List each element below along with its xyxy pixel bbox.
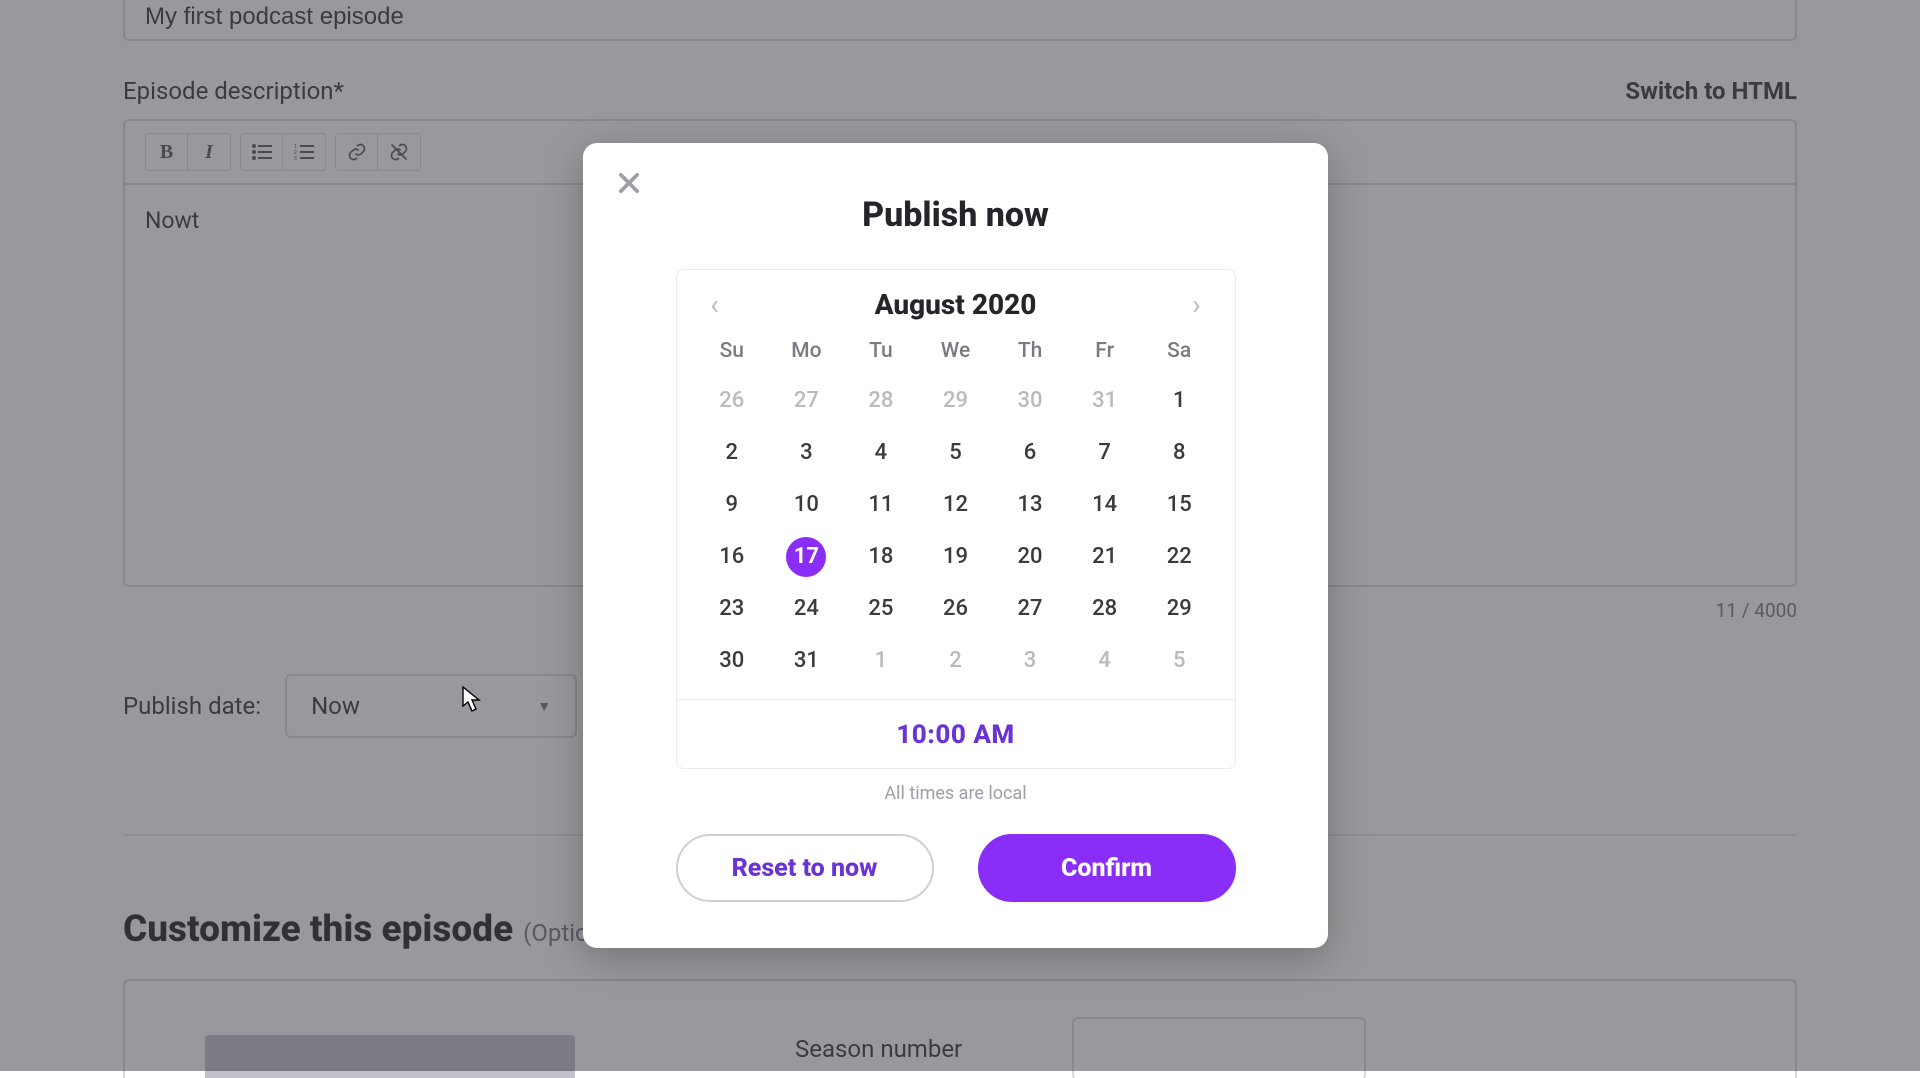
calendar-day[interactable]: 30 [695,641,770,681]
calendar-day[interactable]: 23 [695,589,770,629]
calendar-dow: Mo [769,339,844,369]
calendar-day[interactable]: 28 [1067,589,1142,629]
calendar-day-off: 2 [918,641,993,681]
calendar-day[interactable]: 22 [1142,537,1217,577]
calendar-day[interactable]: 9 [695,485,770,525]
calendar-day[interactable]: 25 [844,589,919,629]
calendar-day-off: 1 [844,641,919,681]
calendar-day[interactable]: 18 [844,537,919,577]
timezone-note: All times are local [619,783,1292,804]
calendar-day-off: 31 [1067,381,1142,421]
calendar-day[interactable]: 12 [918,485,993,525]
time-value: 10:00 AM [896,720,1014,750]
calendar: ‹ August 2020 › SuMoTuWeThFrSa2627282930… [676,269,1236,769]
calendar-day-off: 30 [993,381,1068,421]
calendar-day-off: 29 [918,381,993,421]
calendar-day[interactable]: 11 [844,485,919,525]
calendar-day[interactable]: 10 [769,485,844,525]
calendar-day-off: 4 [1067,641,1142,681]
calendar-dow: We [918,339,993,369]
calendar-day[interactable]: 14 [1067,485,1142,525]
calendar-dow: Su [695,339,770,369]
calendar-day[interactable]: 27 [993,589,1068,629]
calendar-day[interactable]: 2 [695,433,770,473]
calendar-dow: Fr [1067,339,1142,369]
calendar-dow: Sa [1142,339,1217,369]
calendar-day[interactable]: 26 [918,589,993,629]
time-picker[interactable]: 10:00 AM [677,699,1235,768]
calendar-day[interactable]: 4 [844,433,919,473]
next-month-button[interactable]: › [1182,288,1210,321]
calendar-day[interactable]: 16 [695,537,770,577]
calendar-day[interactable]: 7 [1067,433,1142,473]
calendar-day-off: 27 [769,381,844,421]
calendar-month-label: August 2020 [875,288,1037,321]
calendar-dow: Th [993,339,1068,369]
calendar-day[interactable]: 5 [918,433,993,473]
calendar-day[interactable]: 15 [1142,485,1217,525]
confirm-button[interactable]: Confirm [978,834,1236,902]
calendar-day[interactable]: 20 [993,537,1068,577]
calendar-day[interactable]: 31 [769,641,844,681]
calendar-dow: Tu [844,339,919,369]
calendar-day-selected[interactable]: 17 [769,537,844,577]
calendar-day-off: 3 [993,641,1068,681]
prev-month-button[interactable]: ‹ [701,288,729,321]
calendar-day-off: 5 [1142,641,1217,681]
calendar-day[interactable]: 29 [1142,589,1217,629]
calendar-day-off: 28 [844,381,919,421]
calendar-day[interactable]: 3 [769,433,844,473]
calendar-day[interactable]: 24 [769,589,844,629]
calendar-day[interactable]: 8 [1142,433,1217,473]
calendar-day[interactable]: 6 [993,433,1068,473]
close-button[interactable] [607,161,651,205]
calendar-day[interactable]: 13 [993,485,1068,525]
calendar-day[interactable]: 1 [1142,381,1217,421]
modal-title: Publish now [619,195,1292,235]
calendar-day-off: 26 [695,381,770,421]
publish-date-modal: Publish now ‹ August 2020 › SuMoTuWeThFr… [583,143,1328,948]
calendar-day[interactable]: 21 [1067,537,1142,577]
calendar-day[interactable]: 19 [918,537,993,577]
reset-to-now-button[interactable]: Reset to now [676,834,934,902]
